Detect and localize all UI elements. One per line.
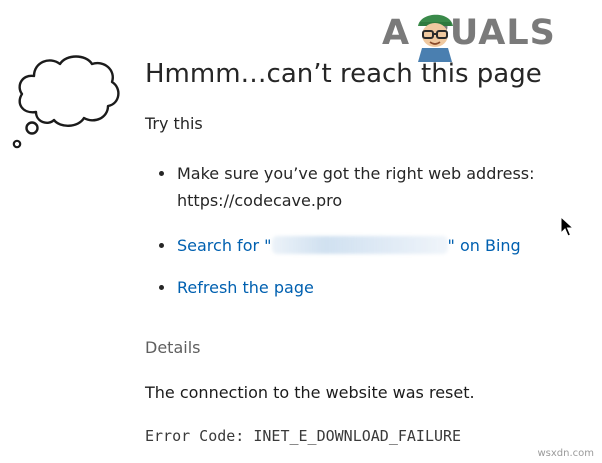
error-code: Error Code: INET_E_DOWNLOAD_FAILURE	[145, 427, 462, 445]
search-link-prefix: Search for "	[177, 236, 272, 255]
mouse-cursor-icon	[560, 216, 574, 237]
suggestion-list: Make sure you’ve got the right web addre…	[145, 160, 535, 301]
try-this-label: Try this	[145, 114, 203, 133]
suggestion-address-url: https://codecave.pro	[177, 191, 343, 210]
suggestion-search-bing: Search for " " on Bing	[145, 232, 535, 259]
refresh-page-link[interactable]: Refresh the page	[177, 278, 314, 297]
bullet	[159, 171, 164, 176]
suggestion-address-text: Make sure you’ve got the right web addre…	[177, 164, 535, 183]
thought-cloud-icon	[12, 55, 120, 149]
search-on-bing-link[interactable]: Search for " " on Bing	[177, 236, 521, 255]
suggestion-refresh: Refresh the page	[145, 274, 535, 301]
page-title: Hmmm…can’t reach this page	[145, 59, 542, 89]
blurred-search-term	[271, 236, 448, 254]
appuals-mascot-icon	[418, 14, 453, 62]
brand-watermark-text: A PUALS	[382, 13, 556, 53]
source-watermark: wsxdn.com	[537, 448, 594, 459]
suggestion-check-address: Make sure you’ve got the right web addre…	[145, 160, 535, 216]
search-link-suffix: " on Bing	[447, 236, 521, 255]
brand-watermark: A PUALS	[382, 4, 594, 64]
details-heading[interactable]: Details	[145, 336, 200, 360]
details-text: The connection to the website was reset.	[145, 383, 475, 402]
bullet	[159, 243, 164, 248]
bullet	[159, 285, 164, 290]
